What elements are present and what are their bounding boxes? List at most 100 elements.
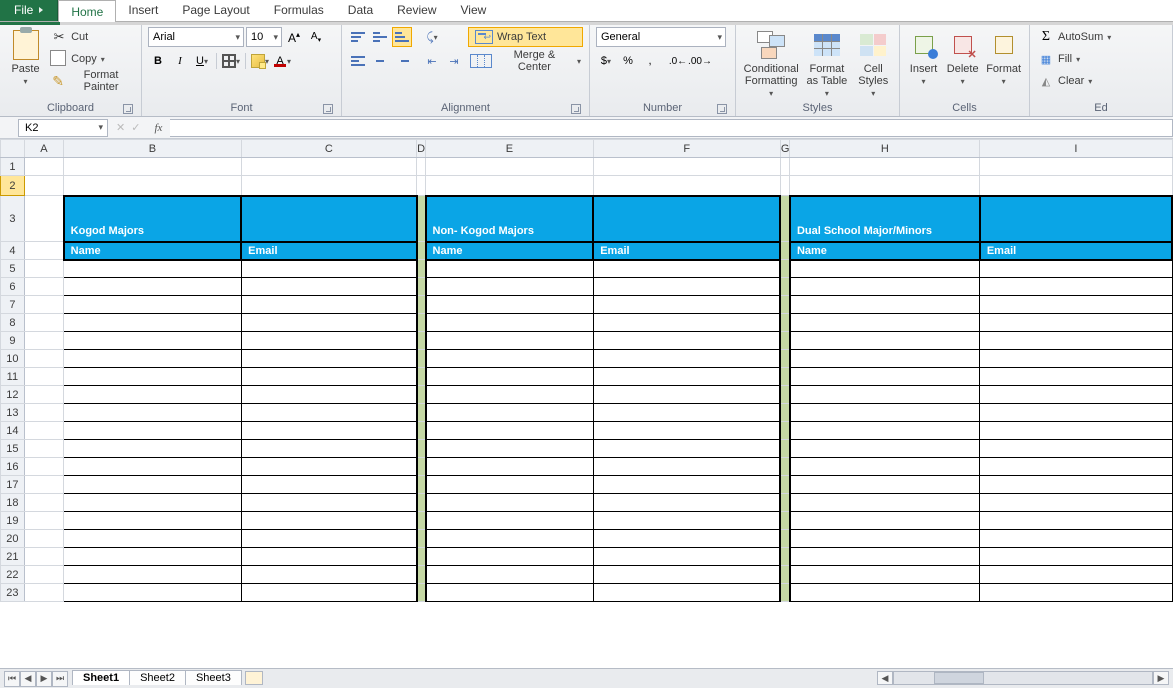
cell-F19[interactable] [593,512,780,530]
col-header-I[interactable]: I [980,140,1172,158]
cell-A11[interactable] [24,368,63,386]
cell-F16[interactable] [593,458,780,476]
align-bottom-button[interactable] [392,27,412,47]
worksheet-grid[interactable]: ABCDEFGHI123Kogod MajorsNon- Kogod Major… [0,139,1173,668]
format-as-table-button[interactable]: Format as Table▾ [804,27,849,98]
cell-F18[interactable] [593,494,780,512]
row-header-14[interactable]: 14 [1,422,25,440]
cell-E7[interactable] [426,296,594,314]
cell-H11[interactable] [790,368,980,386]
alignment-dialog-launcher[interactable] [571,104,581,114]
cell-D23[interactable] [417,584,426,602]
cell-B3[interactable]: Kogod Majors [64,196,241,242]
cell-B7[interactable] [64,296,241,314]
decrease-decimal-button[interactable]: .00→ [690,51,710,71]
row-header-13[interactable]: 13 [1,404,25,422]
cell-G11[interactable] [780,368,790,386]
cell-C7[interactable] [241,296,416,314]
cell-D19[interactable] [417,512,426,530]
cell-I21[interactable] [980,548,1172,566]
hscroll-thumb[interactable] [934,672,984,684]
formula-input[interactable] [170,119,1173,137]
row-header-10[interactable]: 10 [1,350,25,368]
cell-C23[interactable] [241,584,416,602]
cell-E20[interactable] [426,530,594,548]
col-header-F[interactable]: F [593,140,780,158]
cell-D10[interactable] [417,350,426,368]
decrease-indent-button[interactable]: ⇤ [422,51,442,71]
cell-B14[interactable] [64,422,241,440]
wrap-text-button[interactable]: Wrap Text [468,27,583,47]
row-header-19[interactable]: 19 [1,512,25,530]
clear-button[interactable]: ◭Clear▾ [1036,71,1113,91]
cell-E1[interactable] [426,158,594,176]
cell-G8[interactable] [780,314,790,332]
hscroll-track[interactable] [893,671,1153,685]
cell-H5[interactable] [790,260,980,278]
align-top-button[interactable] [348,27,368,47]
cell-H2[interactable] [790,176,980,196]
cell-H13[interactable] [790,404,980,422]
cell-D6[interactable] [417,278,426,296]
col-header-H[interactable]: H [790,140,980,158]
cell-E15[interactable] [426,440,594,458]
cell-C8[interactable] [241,314,416,332]
tab-scroll-last[interactable]: ⏭ [52,671,68,687]
cell-G23[interactable] [780,584,790,602]
cell-C1[interactable] [241,158,416,176]
cell-D8[interactable] [417,314,426,332]
font-color-button[interactable]: A▾ [272,51,292,71]
cell-A13[interactable] [24,404,63,422]
cell-D7[interactable] [417,296,426,314]
cell-I14[interactable] [980,422,1172,440]
cell-E6[interactable] [426,278,594,296]
sheet-tab-1[interactable]: Sheet1 [72,670,130,685]
cell-B16[interactable] [64,458,241,476]
cell-H19[interactable] [790,512,980,530]
row-header-1[interactable]: 1 [1,158,25,176]
borders-button[interactable]: ▾ [221,51,241,71]
cell-D5[interactable] [417,260,426,278]
cell-C12[interactable] [241,386,416,404]
fill-color-button[interactable]: ▾ [250,51,270,71]
cell-F12[interactable] [593,386,780,404]
cell-F10[interactable] [593,350,780,368]
row-header-23[interactable]: 23 [1,584,25,602]
cell-I23[interactable] [980,584,1172,602]
cell-G22[interactable] [780,566,790,584]
tab-data[interactable]: Data [336,0,385,21]
row-header-20[interactable]: 20 [1,530,25,548]
cell-E9[interactable] [426,332,594,350]
cell-G7[interactable] [780,296,790,314]
cell-C5[interactable] [241,260,416,278]
cell-I20[interactable] [980,530,1172,548]
cell-C16[interactable] [241,458,416,476]
cell-C13[interactable] [241,404,416,422]
cell-C2[interactable] [241,176,416,196]
number-format-select[interactable]: General [596,27,726,47]
bold-button[interactable]: B [148,51,168,71]
fill-button[interactable]: ▦Fill▾ [1036,49,1113,69]
font-dialog-launcher[interactable] [323,104,333,114]
cell-E14[interactable] [426,422,594,440]
cell-I2[interactable] [980,176,1172,196]
cell-C17[interactable] [241,476,416,494]
hscroll-left[interactable]: ◀ [877,671,893,685]
cell-G17[interactable] [780,476,790,494]
cell-A7[interactable] [24,296,63,314]
cell-F7[interactable] [593,296,780,314]
cell-F1[interactable] [593,158,780,176]
row-header-3[interactable]: 3 [1,196,25,242]
increase-decimal-button[interactable]: .0← [668,51,688,71]
cell-E4[interactable]: Name [426,242,594,260]
cell-H1[interactable] [790,158,980,176]
tab-scroll-prev[interactable]: ◀ [20,671,36,687]
row-header-15[interactable]: 15 [1,440,25,458]
cell-F15[interactable] [593,440,780,458]
cell-H3[interactable]: Dual School Major/Minors [790,196,980,242]
cell-G16[interactable] [780,458,790,476]
row-header-12[interactable]: 12 [1,386,25,404]
cell-H16[interactable] [790,458,980,476]
cell-C18[interactable] [241,494,416,512]
cell-C11[interactable] [241,368,416,386]
